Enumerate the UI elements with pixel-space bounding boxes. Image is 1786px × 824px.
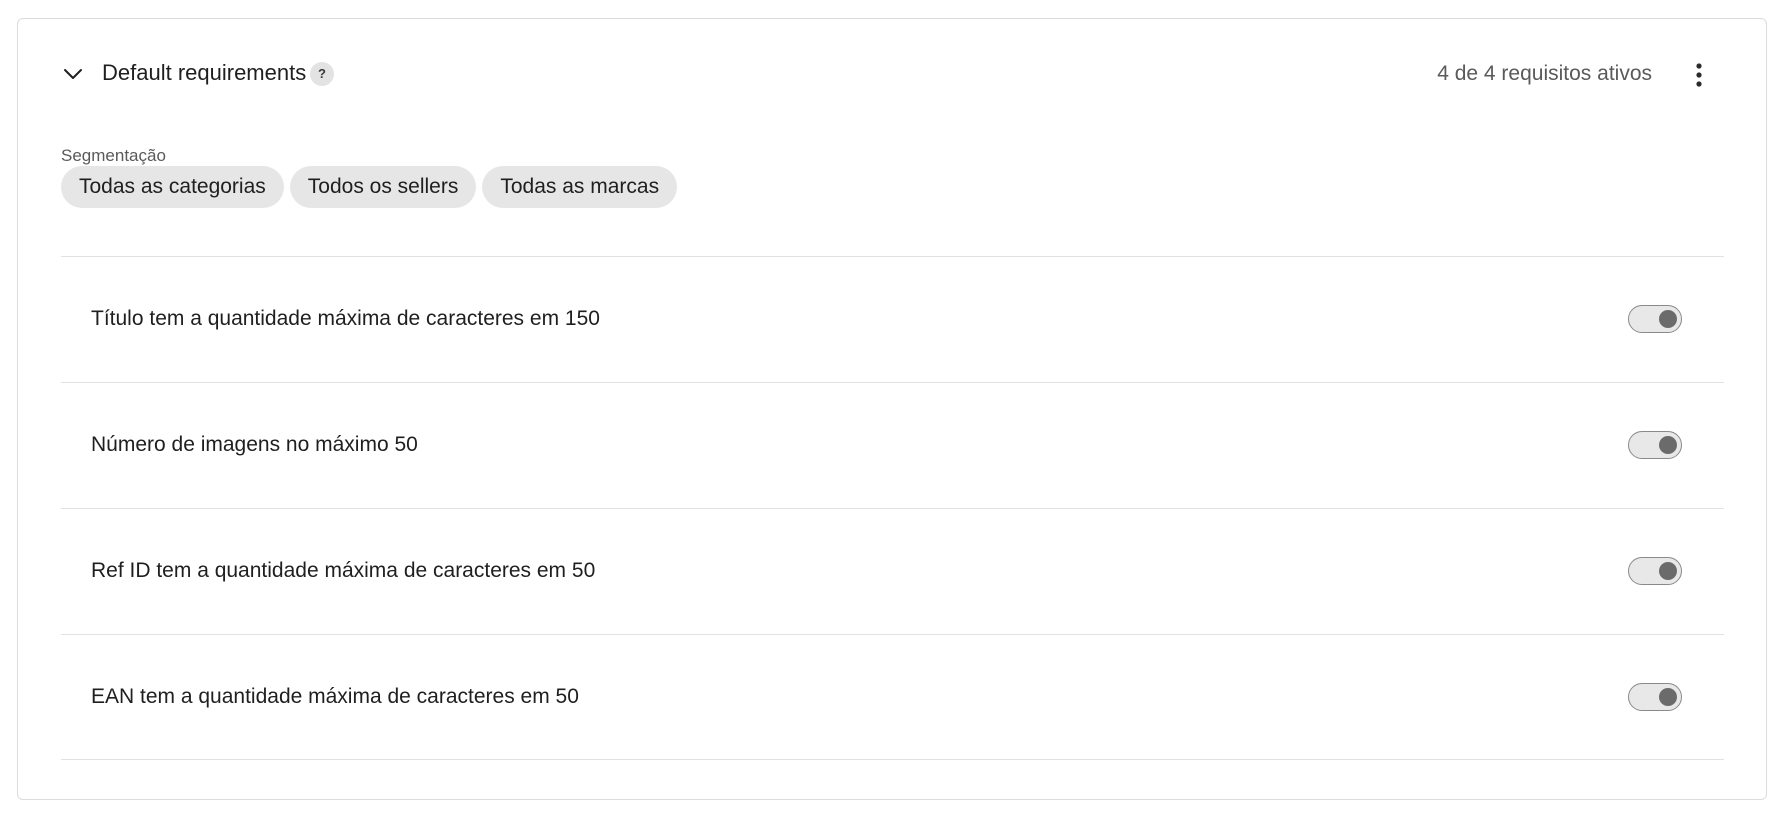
requirements-card: Default requirements ? 4 de 4 requisitos… bbox=[17, 18, 1767, 800]
toggle-knob bbox=[1659, 436, 1677, 454]
segmentation-label: Segmentação bbox=[61, 146, 166, 165]
requirement-row: Ref ID tem a quantidade máxima de caract… bbox=[61, 508, 1724, 634]
requirement-toggle[interactable] bbox=[1628, 557, 1682, 585]
active-requirements-count: 4 de 4 requisitos ativos bbox=[1437, 62, 1652, 85]
toggle-knob bbox=[1659, 310, 1677, 328]
more-vertical-icon[interactable] bbox=[1684, 59, 1714, 91]
requirement-label: Número de imagens no máximo 50 bbox=[91, 433, 418, 456]
requirements-list: Título tem a quantidade máxima de caract… bbox=[61, 256, 1724, 760]
requirement-label: Ref ID tem a quantidade máxima de caract… bbox=[91, 559, 596, 582]
requirement-label: EAN tem a quantidade máxima de caractere… bbox=[91, 685, 579, 708]
requirement-label: Título tem a quantidade máxima de caract… bbox=[91, 307, 600, 330]
requirement-row: Número de imagens no máximo 50 bbox=[61, 382, 1724, 508]
requirement-row: EAN tem a quantidade máxima de caractere… bbox=[61, 634, 1724, 760]
toggle-knob bbox=[1659, 688, 1677, 706]
toggle-knob bbox=[1659, 562, 1677, 580]
requirement-toggle[interactable] bbox=[1628, 431, 1682, 459]
chip-brands[interactable]: Todas as marcas bbox=[482, 166, 678, 208]
requirement-row: Título tem a quantidade máxima de caract… bbox=[61, 256, 1724, 382]
card-header: Default requirements ? 4 de 4 requisitos… bbox=[18, 19, 1766, 111]
requirement-toggle[interactable] bbox=[1628, 683, 1682, 711]
segmentation-chips: Todas as categorias Todos os sellers Tod… bbox=[61, 166, 678, 208]
section-title: Default requirements bbox=[102, 60, 307, 85]
chip-sellers[interactable]: Todos os sellers bbox=[289, 166, 477, 208]
requirement-toggle[interactable] bbox=[1628, 305, 1682, 333]
chevron-down-icon[interactable] bbox=[62, 63, 84, 85]
question-icon[interactable]: ? bbox=[310, 62, 334, 86]
chip-categories[interactable]: Todas as categorias bbox=[61, 166, 284, 208]
